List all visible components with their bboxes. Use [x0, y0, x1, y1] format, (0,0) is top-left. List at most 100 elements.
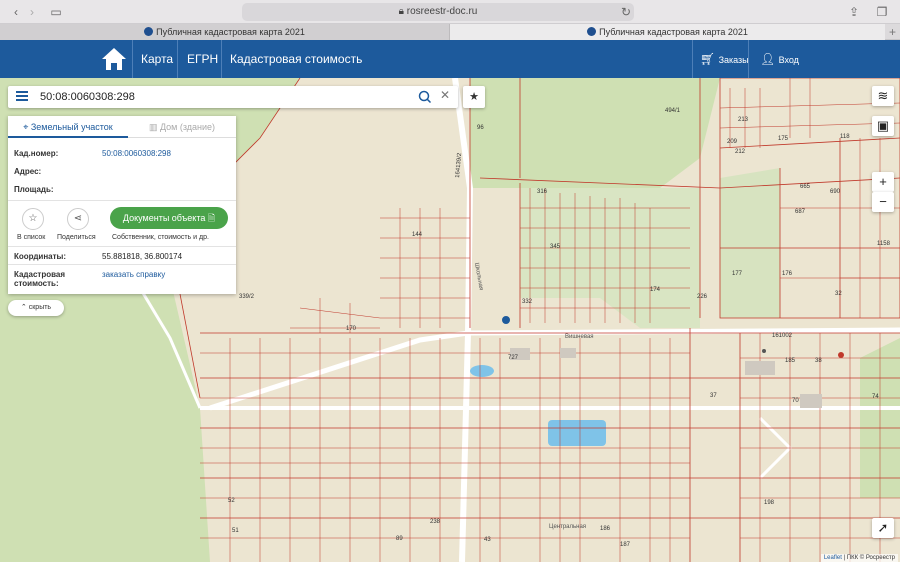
divider [8, 246, 236, 247]
tab-building[interactable]: ▥ Дом (здание) [128, 116, 236, 138]
hide-panel-button[interactable]: ⌃ скрыть [8, 300, 64, 316]
selected-parcel-marker[interactable] [502, 316, 510, 324]
tabs-overview-icon[interactable]: ❐ [874, 4, 890, 20]
nav-divider [177, 40, 178, 78]
parcel-label: 175 [778, 136, 789, 142]
favicon-icon [144, 27, 154, 36]
reload-icon[interactable]: ↻ [618, 4, 634, 20]
top-navigation: Карта ЕГРН Кадастровая стоимость 🛒︎ Зака… [0, 40, 900, 78]
tab-2-label: Публичная кадастровая карта 2021 [599, 27, 748, 37]
chevron-up-icon: ⌃ [20, 304, 27, 311]
zoom-in-button[interactable]: + [872, 172, 894, 192]
cart-icon: 🛒︎ [700, 52, 716, 66]
share-icon[interactable]: ⇪ [846, 4, 862, 20]
pond [470, 365, 494, 377]
poi-marker [762, 349, 766, 353]
home-icon[interactable] [100, 46, 128, 72]
parcel-label: 345 [550, 244, 561, 250]
parcel-label: 170 [346, 326, 357, 332]
parcel-label: 52 [228, 498, 235, 504]
coords-value: 55.881818, 36.800174 [102, 252, 183, 261]
parcel-label: 238 [430, 519, 441, 525]
parcel-label: 339/2 [239, 294, 255, 300]
documents-caption: Собственник, стоимость и др. [112, 234, 209, 241]
clear-icon[interactable]: ✕ [440, 88, 450, 102]
hide-label: скрыть [28, 304, 52, 311]
nav-egrn[interactable]: ЕГРН [187, 40, 218, 78]
new-tab-button[interactable]: + [889, 24, 896, 40]
back-icon[interactable]: ‹ [8, 4, 24, 20]
parcel-label: 226 [697, 294, 708, 300]
user-icon: 👤︎ [760, 52, 776, 66]
forest-area [470, 78, 720, 188]
parcel-label: 185 [785, 358, 796, 364]
tab-building-label: Дом (здание) [159, 122, 216, 132]
search-icon[interactable] [418, 90, 432, 104]
pond [548, 420, 606, 446]
lock-icon: 🔒︎ [398, 6, 404, 17]
share-label: Поделиться [57, 234, 96, 241]
locate-arrow-icon[interactable]: ➚ [872, 518, 894, 538]
parcel-info-panel: ⌖ Земельный участок ▥ Дом (здание) Кад.н… [8, 116, 236, 294]
parcel-label: 89 [396, 536, 403, 542]
parcel-label: 198 [764, 500, 775, 506]
tab-1-label: Публичная кадастровая карта 2021 [156, 27, 305, 37]
documents-button-label: Документы объекта [122, 213, 206, 223]
parcel-label: 213 [738, 117, 749, 123]
road [209, 327, 900, 411]
document-icon: 🗎︎ [207, 213, 216, 223]
forward-icon[interactable]: › [24, 4, 40, 20]
kad-number-value[interactable]: 50:08:0060308:298 [102, 149, 171, 158]
nav-login-label: Вход [778, 55, 799, 65]
nav-divider [132, 40, 133, 78]
nav-divider [692, 40, 693, 78]
parcel-label: 177 [732, 271, 743, 277]
divider [8, 264, 236, 265]
sidebar-icon[interactable]: ▭ [48, 4, 64, 20]
search-input[interactable] [40, 89, 410, 105]
nav-orders[interactable]: 🛒︎ Заказы [700, 40, 749, 78]
layers-icon[interactable]: ≋ [872, 86, 894, 106]
parcel-label: 316 [537, 189, 548, 195]
select-tool-icon[interactable]: ▣ [872, 116, 894, 136]
nav-cadastral-cost[interactable]: Кадастровая стоимость [230, 40, 362, 78]
tab-1[interactable]: Публичная кадастровая карта 2021 [0, 24, 450, 40]
search-bar: ✕ [8, 86, 458, 108]
nav-map[interactable]: Карта [141, 40, 173, 78]
parcel-label: 51 [232, 528, 239, 534]
tab-land-plot-label: Земельный участок [30, 122, 113, 132]
parcel-label: 164139/2 [455, 152, 463, 178]
map-attribution: Leaflet | ПКК © Росреестр [820, 554, 898, 562]
field-area [720, 168, 780, 318]
area-label: Площадь: [14, 185, 54, 194]
nav-divider [748, 40, 749, 78]
nav-login[interactable]: 👤︎ Вход [760, 40, 799, 78]
add-to-list-star-icon[interactable]: ☆ [22, 208, 44, 230]
parcel-label: 74 [872, 394, 879, 400]
parcel-label: 70 [792, 398, 799, 404]
nav-divider [221, 40, 222, 78]
address-bar[interactable]: 🔒︎ rosreestr-doc.ru [242, 3, 634, 21]
attribution-text: | ПКК © Росреестр [843, 555, 895, 561]
leaflet-link[interactable]: Leaflet [824, 555, 842, 561]
zoom-out-button[interactable]: − [872, 192, 894, 212]
tab-land-plot[interactable]: ⌖ Земельный участок [8, 116, 128, 138]
order-certificate-link[interactable]: заказать справку [102, 270, 165, 279]
tab-2[interactable]: Публичная кадастровая карта 2021 [450, 24, 885, 40]
parcel-label: 494/1 [665, 108, 681, 114]
divider [8, 200, 236, 201]
parcel-label: 38 [815, 358, 822, 364]
share-nodes-icon[interactable]: ⋖ [67, 208, 89, 230]
favorites-star-icon[interactable]: ★ [463, 86, 485, 108]
documents-button[interactable]: Документы объекта 🗎︎ [110, 207, 228, 229]
land-plot-icon: ⌖ [23, 122, 29, 132]
road [452, 78, 474, 562]
parcel-label: 1158 [877, 241, 891, 247]
poi-marker [838, 352, 844, 358]
parcel-label: 43 [484, 537, 491, 543]
parcel-label: 161002 [772, 333, 793, 339]
parcel-label: 690 [830, 189, 841, 195]
parcel-label: 665 [800, 184, 811, 190]
menu-icon[interactable] [16, 91, 28, 101]
address-label: Адрес: [14, 167, 42, 176]
